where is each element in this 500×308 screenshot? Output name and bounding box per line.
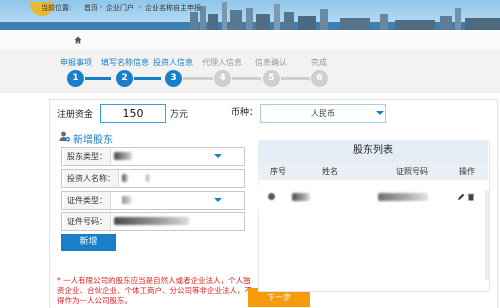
step-5-circle: 5 [263,70,280,87]
step-3-circle: 3 [165,70,182,87]
capital-unit: 万元 [170,110,189,120]
id-number-input[interactable]: 证件号码： [61,212,245,231]
capital-label: 注册资金 [57,110,94,120]
investor-name-input[interactable]: 投资人名称： [61,169,245,188]
field-label: 证件号码： [64,213,111,230]
add-user-icon [59,131,70,142]
field-label: 股东类型： [64,148,111,165]
field-label: 证件类型： [64,192,111,209]
redacted-value [146,174,150,182]
home-icon [74,36,82,44]
breadcrumb-separator: » [138,3,143,11]
step-label-2: 填写名称信息 [101,58,149,67]
step-connector [232,77,261,80]
step-label-4: 代理人信息 [202,58,242,67]
step-label-6: 完成 [311,58,327,67]
column-header-name: 姓名 [322,167,338,176]
step-1-circle: 1 [67,70,84,87]
currency-value: 人民币 [311,109,335,118]
step-connector [183,77,213,80]
edit-icon[interactable] [457,193,465,201]
breadcrumb-separator: » [99,3,104,11]
scrollbar[interactable] [485,190,489,280]
redacted-value [122,196,132,204]
city-skyline-image [0,2,500,30]
redacted-value [268,193,275,200]
step-connector [281,77,310,80]
step-6-circle: 6 [311,70,328,87]
currency-label: 币种： [231,108,259,118]
add-button[interactable]: 新增 [61,234,116,251]
breadcrumb-item-portal[interactable]: 企业门户 [106,3,134,13]
redacted-value [122,174,128,182]
redacted-value [114,152,132,160]
chevron-down-icon [214,154,222,158]
step-connector [134,77,161,80]
step-label-5: 信息确认 [255,58,287,67]
breadcrumb-item-current: 企业名称自主申报 [145,4,201,12]
table-row [258,185,488,209]
delete-icon[interactable] [467,193,475,201]
shareholder-note: * 一人有限公司的股东应当是自然人或者企业法人，个人独资企业、合伙企业、个体工商… [57,276,252,305]
column-header-id-number: 证照号码 [396,167,428,176]
currency-select[interactable]: 人民币 [260,104,386,123]
column-header-index: 序号 [270,167,286,176]
redacted-value [378,193,428,201]
table-title: 股东列表 [258,140,488,162]
chevron-down-icon [376,111,384,115]
step-connector [85,77,111,80]
header-banner [0,0,500,30]
step-2-circle: 2 [116,70,133,87]
add-shareholder-title: 新增股东 [73,135,113,146]
redacted-value [292,193,310,201]
breadcrumb-item-home[interactable]: 首页 [84,3,98,13]
step-label-1: 申报事项 [60,58,92,67]
field-label: 投资人名称： [64,170,119,187]
registered-capital-input[interactable]: 150 [100,104,166,123]
redacted-value [114,217,189,225]
step-label-3: 投资人信息 [153,58,193,67]
step-4-circle: 4 [214,70,231,87]
column-header-actions: 操作 [459,167,475,176]
chevron-down-icon [214,198,222,202]
breadcrumb-prefix: 当前位置: [41,4,72,12]
table-header-row [258,162,488,180]
